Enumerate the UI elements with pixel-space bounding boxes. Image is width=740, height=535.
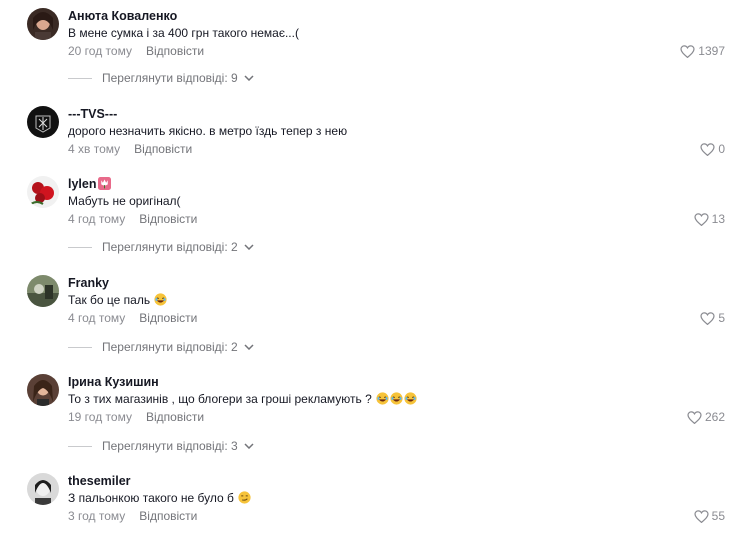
view-replies-button[interactable]: Переглянути відповіді: 2 [68, 339, 254, 355]
like-count: 262 [704, 410, 725, 424]
comment-text: З пальонкою такого не було б [68, 490, 251, 506]
chevron-down-icon [244, 244, 254, 250]
comment-time: 4 хв тому [68, 142, 121, 156]
like-count: 13 [711, 212, 725, 226]
like-button[interactable]: 5 [700, 310, 725, 326]
comment-meta: 4 год тому Відповісти [68, 310, 197, 326]
like-button[interactable]: 1397 [680, 43, 725, 59]
avatar[interactable] [27, 275, 59, 307]
comment-time: 3 год тому [68, 509, 126, 523]
comment-meta: 3 год тому Відповісти [68, 508, 197, 524]
divider [68, 346, 92, 348]
comment-time: 4 год тому [68, 311, 126, 325]
heart-outline-icon [694, 212, 709, 226]
avatar[interactable] [27, 106, 59, 138]
view-replies-label: Переглянути відповіді: 2 [102, 340, 238, 354]
reply-button[interactable]: Відповісти [146, 410, 204, 424]
comment-text-label: То з тих магазинів , що блогери за гроші… [68, 392, 372, 406]
like-button[interactable]: 0 [700, 141, 725, 157]
comment-meta: 4 хв тому Відповісти [68, 141, 192, 157]
comment-username[interactable]: Анюта Коваленко [68, 8, 177, 24]
view-replies-button[interactable]: Переглянути відповіді: 3 [68, 438, 254, 454]
view-replies-label: Переглянути відповіді: 2 [102, 240, 238, 254]
laughing-emoji [404, 392, 417, 405]
comment-text: дорого незначить якісно. в метро їздь те… [68, 124, 348, 138]
view-replies-label: Переглянути відповіді: 3 [102, 439, 238, 453]
comment-meta: 4 год тому Відповісти [68, 211, 197, 227]
like-count: 1397 [698, 44, 725, 58]
comment-meta: 19 год тому Відповісти [68, 409, 204, 425]
reply-button[interactable]: Відповісти [139, 212, 197, 226]
divider [68, 77, 92, 79]
comment-username[interactable]: Franky [68, 275, 109, 291]
comment-time: 4 год тому [68, 212, 126, 226]
laughing-emoji [390, 392, 403, 405]
username-label: lylen [68, 177, 97, 191]
reply-button[interactable]: Відповісти [139, 509, 197, 523]
chevron-down-icon [244, 344, 254, 350]
comment-username[interactable]: ---TVS--- [68, 106, 117, 122]
comment-meta: 20 год тому Відповісти [68, 43, 204, 59]
heart-outline-icon [700, 311, 715, 325]
heart-outline-icon [687, 410, 702, 424]
divider [68, 445, 92, 447]
heart-outline-icon [680, 44, 695, 58]
like-count: 0 [718, 142, 725, 156]
avatar[interactable] [27, 473, 59, 505]
divider [68, 246, 92, 248]
comment-time: 19 год тому [68, 410, 132, 424]
view-replies-button[interactable]: Переглянути відповіді: 2 [68, 239, 254, 255]
heart-outline-icon [700, 142, 715, 156]
heart-outline-icon [694, 509, 709, 523]
reply-button[interactable]: Відповісти [139, 311, 197, 325]
view-replies-label: Переглянути відповіді: 9 [102, 71, 238, 85]
like-count: 5 [718, 311, 725, 325]
comment-username[interactable]: lylen [68, 176, 111, 192]
view-replies-button[interactable]: Переглянути відповіді: 9 [68, 70, 254, 86]
reply-button[interactable]: Відповісти [146, 44, 204, 58]
avatar[interactable] [27, 8, 59, 40]
like-button[interactable]: 262 [687, 409, 725, 425]
comment-text: Мабуть не оригінал( [68, 194, 181, 208]
reply-button[interactable]: Відповісти [134, 142, 192, 156]
comment-text: Так бо це паль [68, 292, 168, 308]
chevron-down-icon [244, 443, 254, 449]
comment-username[interactable]: Ірина Кузишин [68, 374, 159, 390]
comment-username[interactable]: thesemiler [68, 473, 131, 489]
comment-text: В мене сумка і за 400 грн такого немає..… [68, 26, 299, 40]
avatar[interactable] [27, 176, 59, 208]
like-count: 55 [711, 509, 725, 523]
chevron-down-icon [244, 75, 254, 81]
avatar[interactable] [27, 374, 59, 406]
laughing-emoji [154, 293, 168, 306]
tulip-emoji [97, 177, 111, 190]
like-button[interactable]: 13 [694, 211, 725, 227]
comment-text-label: Так бо це паль [68, 293, 151, 307]
comment-text-label: З пальонкою такого не було б [68, 491, 234, 505]
laughing-emoji [376, 392, 389, 405]
comment-text: То з тих магазинів , що блогери за гроші… [68, 391, 417, 407]
comment-time: 20 год тому [68, 44, 132, 58]
like-button[interactable]: 55 [694, 508, 725, 524]
smirk-emoji [238, 491, 251, 504]
